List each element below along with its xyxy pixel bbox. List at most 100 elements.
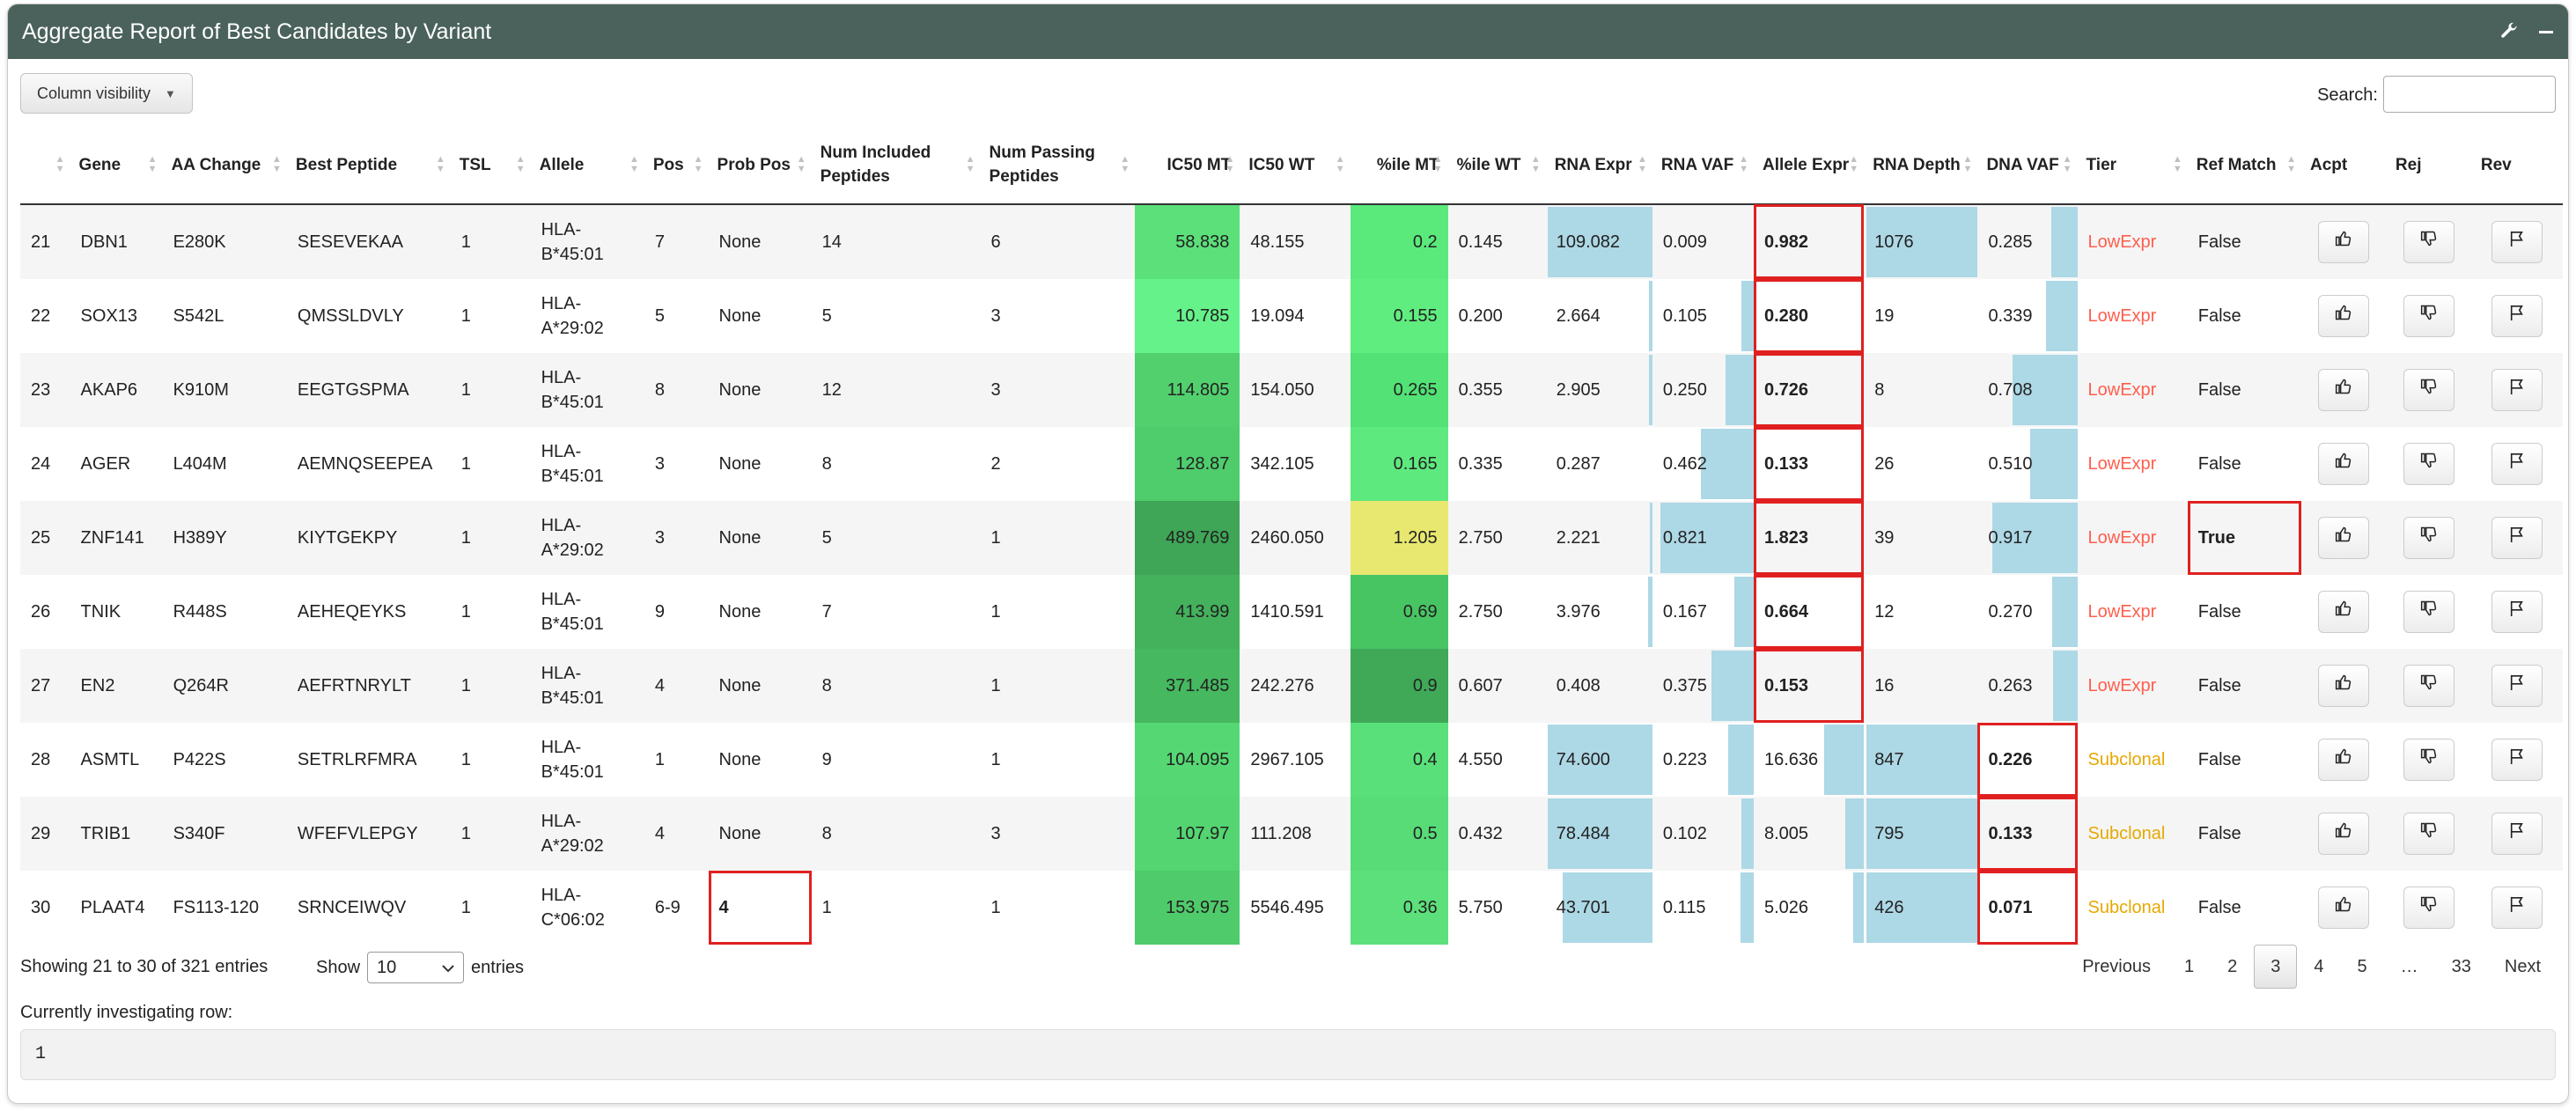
column-header-dvaf[interactable]: DNA VAF ▲ ▼ [1977, 126, 2078, 205]
cell-value: 795 [1874, 824, 1904, 843]
column-header-ppos[interactable]: Prob Pos ▲ ▼ [708, 126, 812, 205]
sort-arrows-icon: ▲ ▼ [147, 154, 158, 174]
reject-button[interactable] [2403, 739, 2455, 781]
accept-button[interactable] [2318, 887, 2370, 929]
table-row[interactable]: 21 DBN1 E280K SESEVEKAA 1 HLA-B*45:01 7 None 14 6… [20, 204, 2563, 279]
accept-button[interactable] [2318, 591, 2370, 633]
table-row[interactable]: 24 AGER L404M AEMNQSEEPEA 1 HLA-B*45:01 3 None 8… [20, 427, 2563, 501]
column-header-acpt[interactable]: Acpt [2300, 126, 2387, 205]
table-row[interactable]: 29 TRIB1 S340F WFEFVLEPGY 1 HLA-A*29:02 4 None 8… [20, 797, 2563, 871]
cell-rvaf: 0.102 [1652, 797, 1754, 871]
table-row[interactable]: 23 AKAP6 K910M EEGTGSPMA 1 HLA-B*45:01 8 None 12… [20, 353, 2563, 427]
column-header-rexpr[interactable]: RNA Expr ▲ ▼ [1545, 126, 1652, 205]
table-row[interactable]: 27 EN2 Q264R AEFRTNRYLT 1 HLA-B*45:01 4 None 8 1 3… [20, 649, 2563, 723]
cell-npass: 1 [980, 871, 1136, 945]
column-header-ic50mt[interactable]: IC50 MT ▲ ▼ [1135, 126, 1240, 205]
column-header-pmt[interactable]: %ile MT ▲ ▼ [1350, 126, 1448, 205]
table-row[interactable]: 26 TNIK R448S AEHEQEYKS 1 HLA-B*45:01 9 None 7 1 4… [20, 575, 2563, 649]
cell-pep: SRNCEIWQV [286, 871, 451, 945]
column-header-label: Num Passing Peptides [989, 143, 1095, 186]
column-header-pwt[interactable]: %ile WT ▲ ▼ [1447, 126, 1546, 205]
thumbs-up-icon [2335, 821, 2352, 846]
pagination-page-3[interactable]: 3 [2254, 945, 2298, 989]
review-button[interactable] [2491, 221, 2543, 263]
column-header-rev[interactable]: Rev [2471, 126, 2563, 205]
column-header-npass[interactable]: Num Passing Peptides ▲ ▼ [980, 126, 1136, 205]
pagination-page-4[interactable]: 4 [2297, 945, 2340, 989]
column-header-ref[interactable]: Ref Match ▲ ▼ [2187, 126, 2301, 205]
accept-button[interactable] [2318, 813, 2370, 855]
review-button[interactable] [2491, 517, 2543, 559]
pagination-previous[interactable]: Previous [2065, 945, 2168, 989]
table-row[interactable]: 22 SOX13 S542L QMSSLDVLY 1 HLA-A*29:02 5 None 5 3… [20, 279, 2563, 353]
column-header-pos[interactable]: Pos ▲ ▼ [644, 126, 709, 205]
column-header-id[interactable]: ▲ ▼ [20, 126, 70, 205]
table-row[interactable]: 30 PLAAT4 FS113-120 SRNCEIWQV 1 HLA-C*06:02 6-… [20, 871, 2563, 945]
review-button[interactable] [2491, 887, 2543, 929]
column-header-tsl[interactable]: TSL ▲ ▼ [450, 126, 531, 205]
column-header-allele[interactable]: Allele ▲ ▼ [530, 126, 644, 205]
cell-aa: P422S [162, 723, 287, 797]
column-header-ninc[interactable]: Num Included Peptides ▲ ▼ [811, 126, 981, 205]
column-visibility-button[interactable]: Column visibility ▼ [20, 73, 193, 114]
reject-button[interactable] [2403, 295, 2455, 337]
column-header-rej[interactable]: Rej [2386, 126, 2472, 205]
review-button[interactable] [2491, 813, 2543, 855]
column-header-pep[interactable]: Best Peptide ▲ ▼ [286, 126, 451, 205]
reject-button[interactable] [2403, 813, 2455, 855]
sort-arrows-icon: ▲ ▼ [1120, 154, 1130, 174]
column-header-rvaf[interactable]: RNA VAF ▲ ▼ [1652, 126, 1754, 205]
review-button[interactable] [2491, 665, 2543, 707]
accept-button[interactable] [2318, 739, 2370, 781]
accept-button[interactable] [2318, 517, 2370, 559]
column-header-label: AA Change [171, 155, 261, 174]
reject-button[interactable] [2403, 517, 2455, 559]
cell-npass: 2 [980, 427, 1136, 501]
column-header-label: Allele Expr [1762, 155, 1850, 174]
reject-button[interactable] [2403, 665, 2455, 707]
cell-ic50mt: 114.805 [1135, 353, 1240, 427]
reject-button[interactable] [2403, 221, 2455, 263]
accept-button[interactable] [2318, 221, 2370, 263]
cell-dvaf: 0.285 [1977, 204, 2078, 279]
cell-allele: HLA-B*45:01 [530, 204, 644, 279]
column-header-gene[interactable]: Gene ▲ ▼ [70, 126, 163, 205]
table-row[interactable]: 25 ZNF141 H389Y KIYTGEKPY 1 HLA-A*29:02 3 None 5… [20, 501, 2563, 575]
column-header-rdepth[interactable]: RNA Depth ▲ ▼ [1864, 126, 1978, 205]
pagination-next[interactable]: Next [2488, 945, 2558, 989]
table-row[interactable]: 28 ASMTL P422S SETRLRFMRA 1 HLA-B*45:01 1 None 9… [20, 723, 2563, 797]
value-bar [1701, 429, 1754, 499]
reject-button[interactable] [2403, 887, 2455, 929]
pagination-page-1[interactable]: 1 [2168, 945, 2211, 989]
review-button[interactable] [2491, 369, 2543, 411]
wrench-icon[interactable] [2499, 22, 2519, 41]
cell-acpt [2300, 204, 2387, 279]
review-button[interactable] [2491, 443, 2543, 485]
column-header-ic50wt[interactable]: IC50 WT ▲ ▼ [1240, 126, 1351, 205]
pagination-page-5[interactable]: 5 [2341, 945, 2384, 989]
cell-value: 19 [1874, 306, 1895, 326]
sort-arrows-icon: ▲ ▼ [55, 154, 65, 174]
page-length-select[interactable]: 10 [367, 952, 465, 983]
reject-button[interactable] [2403, 591, 2455, 633]
pagination-page-2[interactable]: 2 [2211, 945, 2254, 989]
review-button[interactable] [2491, 591, 2543, 633]
accept-button[interactable] [2318, 295, 2370, 337]
review-button[interactable] [2491, 739, 2543, 781]
accept-button[interactable] [2318, 443, 2370, 485]
reject-button[interactable] [2403, 443, 2455, 485]
search-input[interactable] [2383, 76, 2556, 113]
review-button[interactable] [2491, 295, 2543, 337]
minimize-icon[interactable] [2538, 24, 2554, 40]
column-header-aexpr[interactable]: Allele Expr ▲ ▼ [1753, 126, 1865, 205]
cell-ninc: 9 [811, 723, 981, 797]
accept-button[interactable] [2318, 369, 2370, 411]
reject-button[interactable] [2403, 369, 2455, 411]
value-bar [1824, 725, 1865, 795]
cell-rexpr: 0.287 [1545, 427, 1652, 501]
pagination-page-33[interactable]: 33 [2435, 945, 2488, 989]
cell-value: 0.133 [1763, 454, 1809, 474]
accept-button[interactable] [2318, 665, 2370, 707]
column-header-aa[interactable]: AA Change ▲ ▼ [162, 126, 287, 205]
column-header-tier[interactable]: Tier ▲ ▼ [2077, 126, 2188, 205]
